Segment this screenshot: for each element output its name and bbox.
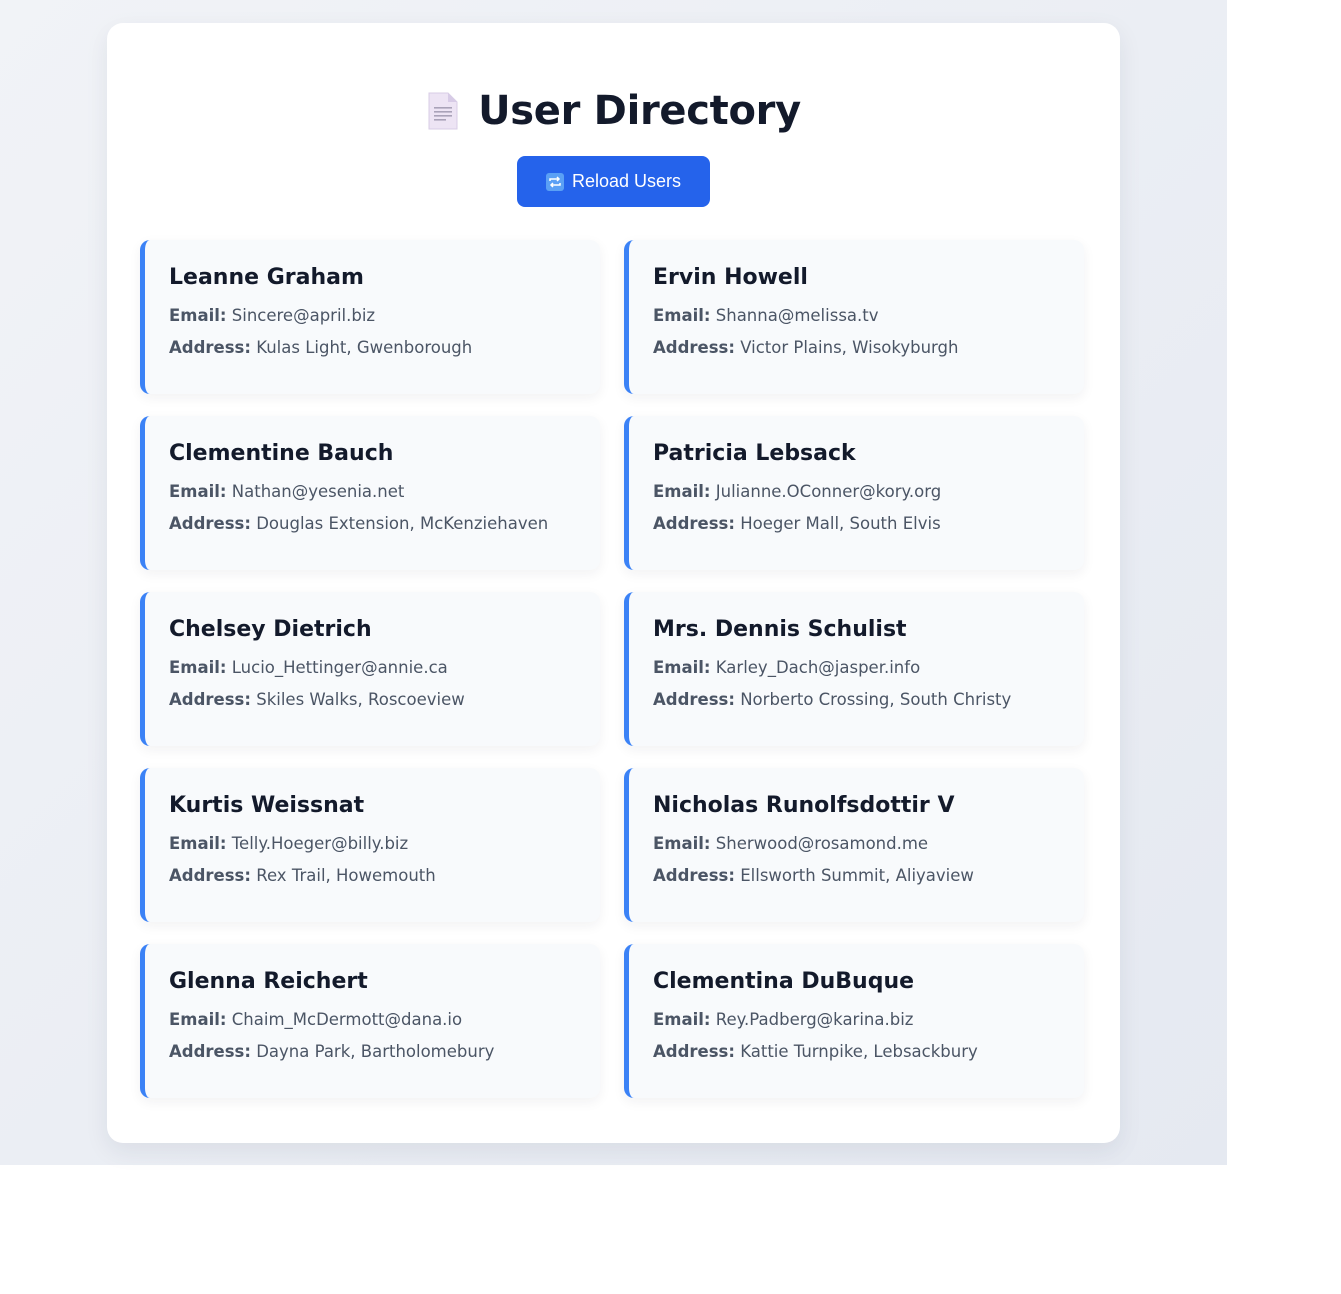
document-icon — [426, 91, 460, 131]
header: User Directory — [107, 91, 1120, 131]
email-label: Email: — [653, 482, 711, 502]
page-title: User Directory — [478, 88, 801, 134]
email-value: Julianne.OConner@kory.org — [715, 482, 942, 502]
email-value: Karley_Dach@jasper.info — [715, 658, 921, 678]
user-email: Email: Shanna@melissa.tv — [653, 306, 1084, 326]
directory-panel: User Directory Reload Users Leanne Graha… — [107, 23, 1120, 1143]
user-card: Clementine Bauch Email: Nathan@yesenia.n… — [140, 416, 600, 570]
email-value: Lucio_Hettinger@annie.ca — [231, 658, 448, 678]
user-address: Address: Ellsworth Summit, Aliyaview — [653, 866, 1084, 886]
email-label: Email: — [653, 1010, 711, 1030]
user-email: Email: Telly.Hoeger@billy.biz — [169, 834, 600, 854]
address-value: Hoeger Mall, South Elvis — [740, 513, 941, 533]
user-name: Glenna Reichert — [169, 969, 368, 994]
user-address: Address: Victor Plains, Wisokyburgh — [653, 338, 1084, 358]
user-card: Clementina DuBuque Email: Rey.Padberg@ka… — [624, 944, 1084, 1098]
address-label: Address: — [169, 865, 251, 885]
user-email: Email: Julianne.OConner@kory.org — [653, 482, 1084, 502]
address-value: Victor Plains, Wisokyburgh — [740, 337, 959, 357]
user-name: Clementine Bauch — [169, 441, 394, 466]
address-value: Skiles Walks, Roscoeview — [256, 689, 465, 709]
address-value: Dayna Park, Bartholomebury — [256, 1041, 495, 1061]
user-card: Kurtis Weissnat Email: Telly.Hoeger@bill… — [140, 768, 600, 922]
address-label: Address: — [169, 689, 251, 709]
reload-users-button[interactable]: Reload Users — [517, 156, 710, 207]
address-label: Address: — [653, 337, 735, 357]
email-value: Chaim_McDermott@dana.io — [231, 1010, 463, 1030]
email-label: Email: — [653, 834, 711, 854]
user-card: Glenna Reichert Email: Chaim_McDermott@d… — [140, 944, 600, 1098]
user-address: Address: Skiles Walks, Roscoeview — [169, 690, 600, 710]
address-value: Douglas Extension, McKenziehaven — [256, 513, 549, 533]
email-label: Email: — [169, 834, 227, 854]
email-value: Shanna@melissa.tv — [715, 306, 879, 326]
address-label: Address: — [653, 865, 735, 885]
address-label: Address: — [653, 689, 735, 709]
user-name: Patricia Lebsack — [653, 441, 856, 466]
user-name: Clementina DuBuque — [653, 969, 915, 994]
address-value: Rex Trail, Howemouth — [256, 865, 436, 885]
email-label: Email: — [169, 658, 227, 678]
user-address: Address: Kattie Turnpike, Lebsackbury — [653, 1042, 1084, 1062]
user-address: Address: Douglas Extension, McKenziehave… — [169, 514, 600, 534]
user-name: Nicholas Runolfsdottir V — [653, 793, 955, 818]
repeat-icon — [545, 172, 564, 191]
email-value: Sherwood@rosamond.me — [715, 834, 929, 854]
user-address: Address: Rex Trail, Howemouth — [169, 866, 600, 886]
email-value: Telly.Hoeger@billy.biz — [231, 834, 409, 854]
user-address: Address: Kulas Light, Gwenborough — [169, 338, 600, 358]
address-label: Address: — [169, 337, 251, 357]
address-label: Address: — [169, 513, 251, 533]
user-name: Chelsey Dietrich — [169, 617, 372, 642]
address-value: Kulas Light, Gwenborough — [256, 337, 473, 357]
email-label: Email: — [169, 482, 227, 502]
email-value: Rey.Padberg@karina.biz — [715, 1010, 914, 1030]
reload-users-label: Reload Users — [571, 171, 682, 191]
user-address: Address: Norberto Crossing, South Christ… — [653, 690, 1084, 710]
user-card: Nicholas Runolfsdottir V Email: Sherwood… — [624, 768, 1084, 922]
user-email: Email: Nathan@yesenia.net — [169, 482, 600, 502]
user-address: Address: Hoeger Mall, South Elvis — [653, 514, 1084, 534]
email-label: Email: — [169, 306, 227, 326]
user-name: Leanne Graham — [169, 265, 364, 290]
user-email: Email: Chaim_McDermott@dana.io — [169, 1010, 600, 1030]
email-value: Nathan@yesenia.net — [231, 482, 405, 502]
user-name: Kurtis Weissnat — [169, 793, 365, 818]
user-name: Ervin Howell — [653, 265, 808, 290]
address-label: Address: — [653, 513, 735, 533]
user-email: Email: Lucio_Hettinger@annie.ca — [169, 658, 600, 678]
user-card: Mrs. Dennis Schulist Email: Karley_Dach@… — [624, 592, 1084, 746]
user-email: Email: Rey.Padberg@karina.biz — [653, 1010, 1084, 1030]
address-value: Ellsworth Summit, Aliyaview — [740, 865, 974, 885]
email-label: Email: — [653, 658, 711, 678]
user-card: Patricia Lebsack Email: Julianne.OConner… — [624, 416, 1084, 570]
user-email: Email: Sincere@april.biz — [169, 306, 600, 326]
user-name: Mrs. Dennis Schulist — [653, 617, 907, 642]
address-label: Address: — [169, 1041, 251, 1061]
user-grid: Leanne Graham Email: Sincere@april.biz A… — [140, 240, 1087, 1098]
address-value: Kattie Turnpike, Lebsackbury — [740, 1041, 978, 1061]
address-label: Address: — [653, 1041, 735, 1061]
user-address: Address: Dayna Park, Bartholomebury — [169, 1042, 600, 1062]
user-card: Ervin Howell Email: Shanna@melissa.tv Ad… — [624, 240, 1084, 394]
user-card: Leanne Graham Email: Sincere@april.biz A… — [140, 240, 600, 394]
email-value: Sincere@april.biz — [231, 306, 376, 326]
email-label: Email: — [653, 306, 711, 326]
user-email: Email: Karley_Dach@jasper.info — [653, 658, 1084, 678]
user-card: Chelsey Dietrich Email: Lucio_Hettinger@… — [140, 592, 600, 746]
email-label: Email: — [169, 1010, 227, 1030]
address-value: Norberto Crossing, South Christy — [740, 689, 1012, 709]
user-email: Email: Sherwood@rosamond.me — [653, 834, 1084, 854]
